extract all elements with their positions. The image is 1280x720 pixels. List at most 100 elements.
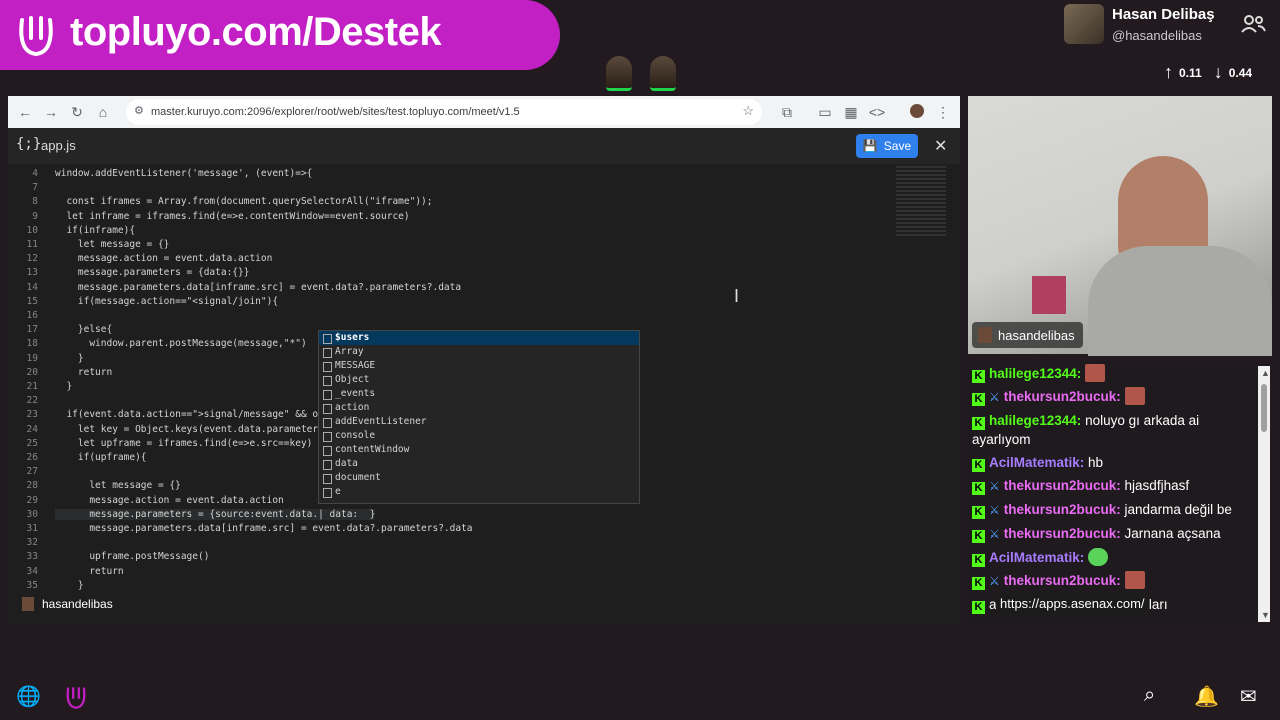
streamer-handle: @hasandelibas [1112,28,1202,43]
autocomplete-list[interactable]: $users Array MESSAGE Object _events action add… [318,330,640,504]
chat-username[interactable]: AcilMatematik: [989,550,1088,565]
code-line[interactable]: let key = Object.keys(event.data.paramet… [55,424,318,435]
code-line[interactable]: if(event.data.action==">signal/message" … [55,409,318,420]
code-line[interactable]: return [55,367,112,378]
suggestion-item[interactable]: MESSAGE [319,359,639,373]
chat-username[interactable]: AcilMatematik: [989,455,1088,470]
chat-username[interactable]: halilege12344: [989,413,1085,428]
face-emote-icon [1124,571,1145,589]
code-line[interactable]: if(message.action=="<signal/join"){ [55,296,278,307]
code-line[interactable]: let message = {} [55,239,170,250]
apps-icon[interactable]: ▦ [838,104,864,121]
editor-user-bar: hasandelibas [8,594,890,614]
close-icon[interactable]: ✕ [934,136,947,156]
suggestion-item[interactable]: data [319,457,639,471]
cast-icon[interactable]: ▭ [812,104,838,121]
code-line[interactable]: message.parameters = {source:event.data.… [55,508,376,520]
chat-text: Jarnana açsana [1124,526,1221,541]
people-icon[interactable] [1240,14,1266,34]
address-bar[interactable]: ⚙ master.kuruyo.com:2096/explorer/root/w… [126,99,762,125]
arrow-up-icon: ↑ [1164,62,1173,82]
arrow-down-icon: ↓ [1213,62,1223,82]
url-text: master.kuruyo.com:2096/explorer/root/web… [151,106,520,118]
link-tooltip[interactable]: https://apps.asenax.com/ [996,594,1149,613]
kick-badge-icon: K [972,417,985,430]
topluyo-home-icon[interactable] [64,684,88,710]
code-line[interactable]: message.parameters.data[inframe.src] = e… [55,282,461,293]
code-line[interactable]: let inframe = iframes.find(e=>e.contentW… [55,211,409,222]
chat-username[interactable]: thekursun2bucuk: [1004,478,1125,493]
code-line[interactable]: return [55,566,123,577]
suggestion-item[interactable]: Object [319,373,639,387]
reload-icon[interactable]: ↻ [64,104,90,121]
code-line[interactable]: window.addEventListener('message', (even… [55,168,312,179]
code-line[interactable]: message.action = event.data.action [55,253,272,264]
suggestion-item[interactable]: Array [319,345,639,359]
download-value: 0.44 [1228,65,1253,80]
destek-banner[interactable]: topluyo.com/Destek [0,0,560,70]
suggestion-item[interactable]: e [319,485,639,499]
menu-icon[interactable]: ⋮ [930,104,956,121]
kick-badge-icon: K [972,601,985,614]
chat-username[interactable]: halilege12344: [989,366,1085,381]
line-number: 10 [26,224,38,236]
editor-minimap[interactable] [890,164,960,624]
bell-icon[interactable]: 🔔 [1194,684,1219,709]
profile-avatar[interactable] [910,104,924,118]
line-number: 17 [26,324,38,336]
save-button[interactable]: 💾 Save [856,134,918,158]
suggestion-item[interactable]: action [319,401,639,415]
suggestion-item[interactable]: $users [319,331,639,345]
kick-badge-icon: K [972,482,985,495]
chat-username[interactable]: thekursun2bucuk: [1004,502,1125,517]
chat-text: jandarma değil be [1124,502,1232,517]
suggestion-item[interactable]: contentWindow [319,443,639,457]
code-line[interactable]: let message = {} [55,480,181,491]
moderator-sword-icon: ⚔ [989,479,1000,493]
suggestion-item[interactable]: addEventListener [319,415,639,429]
line-number: 11 [26,239,38,250]
mail-icon[interactable]: ✉ [1240,684,1257,709]
line-number: 23 [26,409,38,421]
devtools-icon[interactable]: <> [864,104,890,120]
chat-panel[interactable]: Khalilege12344: K ⚔ thekursun2bucuk: Khali… [968,362,1258,624]
code-line[interactable]: let upframe = iframes.find(e=>e.src==key… [55,438,313,449]
network-stats: ↑ 0.11 ↓ 0.44 [1164,62,1252,83]
viewer-avatar[interactable] [650,56,676,91]
site-info-icon[interactable]: ⚙ [134,104,144,117]
ghost-emote-icon [1088,548,1109,566]
streamer-name: Hasan Delibaş [1112,6,1215,23]
chat-scrollbar[interactable]: ▲ ▼ [1258,366,1270,622]
suggestion-item[interactable]: _events [319,387,639,401]
code-line[interactable]: } [55,580,84,591]
code-line[interactable]: } [55,353,84,364]
code-line[interactable]: if(upframe){ [55,452,147,463]
line-number: 13 [26,267,38,279]
suggestion-item[interactable]: console [319,429,639,443]
line-number: 4 [32,168,38,179]
code-line[interactable]: message.parameters.data[inframe.src] = e… [55,523,472,534]
code-line[interactable]: message.parameters = {data:{}} [55,267,250,278]
code-line[interactable]: if(inframe){ [55,225,135,236]
suggestion-item[interactable]: document [319,471,639,485]
extensions-icon[interactable]: ⧉ [774,104,800,121]
viewer-avatar[interactable] [606,56,632,91]
code-line[interactable]: const iframes = Array.from(document.quer… [55,196,432,207]
editor-user-name: hasandelibas [42,597,113,611]
chat-username[interactable]: thekursun2bucuk: [1004,573,1125,588]
code-line[interactable]: window.parent.postMessage(message,"*") [55,338,306,349]
search-icon[interactable]: ⌕ [1144,684,1155,707]
code-line[interactable]: message.action = event.data.action [55,495,283,506]
chat-username[interactable]: thekursun2bucuk: [1004,526,1125,541]
code-line[interactable]: } [55,381,72,392]
bookmark-star-icon[interactable]: ☆ [742,103,754,119]
home-icon[interactable]: ⌂ [90,104,116,120]
back-icon[interactable]: ← [12,104,38,120]
chat-username[interactable]: thekursun2bucuk: [1004,389,1125,404]
streamer-avatar[interactable] [1064,4,1104,44]
code-line[interactable]: }else{ [55,324,112,335]
forward-icon[interactable]: → [38,104,64,120]
globe-icon[interactable]: 🌐 [16,684,41,709]
code-line[interactable]: upframe.postMessage() [55,551,209,562]
chat-message: K ⚔ thekursun2bucuk: jandarma değil be [968,498,1258,522]
